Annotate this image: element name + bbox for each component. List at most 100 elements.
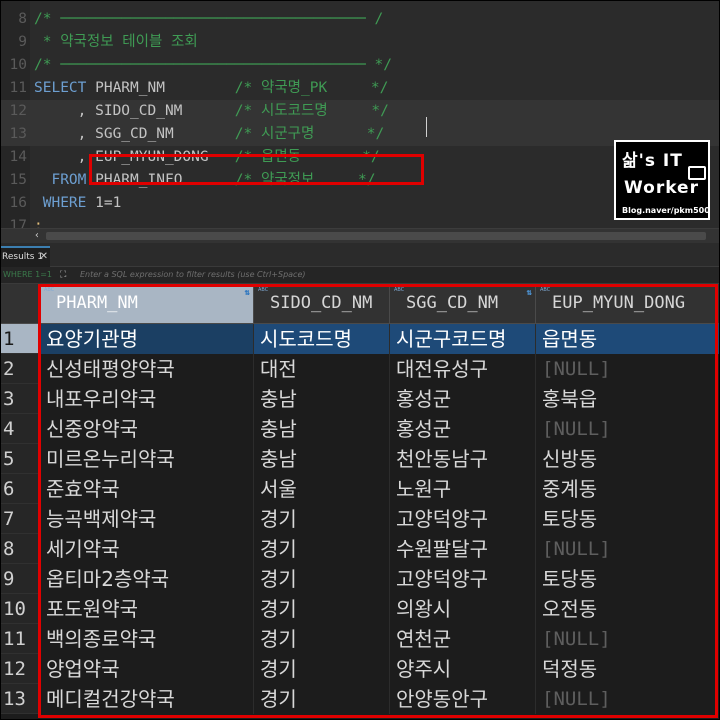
table-cell[interactable]: 충남 (254, 444, 390, 474)
table-cell[interactable]: 요양기관명 (40, 324, 254, 354)
row-number[interactable]: 4 (0, 414, 40, 444)
column-header-sido-cd-nm[interactable]: ABC SIDO_CD_NM (254, 284, 390, 324)
table-cell[interactable]: [NULL] (536, 624, 720, 654)
results-grid[interactable]: ABC PHARM_NM ⇅ ABC SIDO_CD_NM ABC SGG_CD… (0, 284, 720, 720)
row-number[interactable]: 5 (0, 444, 40, 474)
table-row[interactable]: 2 신성태평양약국 대전 대전유성구 [NULL] (0, 354, 720, 384)
row-number[interactable]: 2 (0, 354, 40, 384)
table-cell[interactable]: 토당동 (536, 564, 720, 594)
row-number[interactable]: 12 (0, 654, 40, 684)
table-cell[interactable]: 중계동 (536, 474, 720, 504)
filter-icon[interactable]: ⛶ (60, 267, 66, 283)
row-number[interactable]: 3 (0, 384, 40, 414)
table-cell[interactable]: 천안동남구 (390, 444, 536, 474)
table-cell[interactable]: 경기 (254, 594, 390, 624)
row-number[interactable]: 11 (0, 624, 40, 654)
table-cell[interactable]: 수원팔달구 (390, 534, 536, 564)
table-cell[interactable]: 충남 (254, 414, 390, 444)
sql-editor[interactable]: 8 /* ─────────────────────────────────── … (0, 0, 720, 228)
table-cell[interactable]: 서울 (254, 474, 390, 504)
table-row[interactable]: 4 신중앙약국 충남 홍성군 [NULL] (0, 414, 720, 444)
table-cell[interactable]: 충남 (254, 384, 390, 414)
code-line[interactable]: 12 , SIDO_CD_NM /* 시도코드명 */ (0, 100, 720, 123)
tab-results-1[interactable]: Results 1 ✕ (0, 246, 50, 267)
column-header-pharm-nm[interactable]: ABC PHARM_NM ⇅ (40, 284, 254, 324)
table-cell[interactable]: 연천군 (390, 624, 536, 654)
table-cell[interactable]: 대전 (254, 354, 390, 384)
table-cell[interactable]: 대전유성구 (390, 354, 536, 384)
table-row[interactable]: 11 백의종로약국 경기 연천군 [NULL] (0, 624, 720, 654)
table-row[interactable]: 8 세기약국 경기 수원팔달구 [NULL] (0, 534, 720, 564)
table-row[interactable]: 5 미르온누리약국 충남 천안동남구 신방동 (0, 444, 720, 474)
column-header-eup-myun-dong[interactable]: ABC EUP_MYUN_DONG (536, 284, 720, 324)
table-cell[interactable]: [NULL] (536, 684, 720, 714)
row-number[interactable]: 8 (0, 534, 40, 564)
table-row[interactable]: 1 요양기관명 시도코드명 시군구코드명 읍면동 (0, 324, 720, 354)
table-row[interactable]: 10 포도원약국 경기 의왕시 오전동 (0, 594, 720, 624)
code-line[interactable]: 13 , SGG_CD_NM /* 시군구명 */ (0, 123, 720, 146)
row-number[interactable]: 13 (0, 684, 40, 714)
row-number[interactable]: 10 (0, 594, 40, 624)
code-line[interactable]: 11 SELECT PHARM_NM /* 약국명_PK */ (0, 77, 720, 100)
code-line[interactable]: 16 WHERE 1=1 (0, 192, 720, 215)
sort-icon[interactable]: ⇅ (527, 288, 532, 298)
table-cell[interactable]: 홍성군 (390, 414, 536, 444)
table-cell[interactable]: 미르온누리약국 (40, 444, 254, 474)
table-cell[interactable]: 시군구코드명 (390, 324, 536, 354)
table-row[interactable]: 9 옵티마2층약국 경기 고양덕양구 토당동 (0, 564, 720, 594)
table-cell[interactable]: 양업약국 (40, 654, 254, 684)
table-cell[interactable]: 경기 (254, 684, 390, 714)
table-cell[interactable]: 경기 (254, 504, 390, 534)
table-cell[interactable]: 덕정동 (536, 654, 720, 684)
table-cell[interactable]: 읍면동 (536, 324, 720, 354)
table-cell[interactable]: 의왕시 (390, 594, 536, 624)
table-cell[interactable]: 신중앙약국 (40, 414, 254, 444)
table-row[interactable]: 3 내포우리약국 충남 홍성군 홍북읍 (0, 384, 720, 414)
table-cell[interactable]: 고양덕양구 (390, 504, 536, 534)
table-cell[interactable]: 경기 (254, 564, 390, 594)
table-cell[interactable]: 노원구 (390, 474, 536, 504)
row-number[interactable]: 1 (0, 324, 40, 354)
table-cell[interactable]: 경기 (254, 654, 390, 684)
table-cell[interactable]: [NULL] (536, 414, 720, 444)
code-line[interactable]: 9 * 약국정보 테이블 조회 (0, 31, 720, 54)
table-cell[interactable]: 백의종로약국 (40, 624, 254, 654)
table-cell[interactable]: [NULL] (536, 354, 720, 384)
table-cell[interactable]: 신성태평양약국 (40, 354, 254, 384)
scrollbar-thumb[interactable] (46, 232, 706, 240)
table-row[interactable]: 7 능곡백제약국 경기 고양덕양구 토당동 (0, 504, 720, 534)
table-cell[interactable]: 옵티마2층약국 (40, 564, 254, 594)
table-cell[interactable]: 메디컬건강약국 (40, 684, 254, 714)
table-row[interactable]: 13 메디컬건강약국 경기 안양동안구 [NULL] (0, 684, 720, 714)
table-cell[interactable]: 양주시 (390, 654, 536, 684)
editor-horizontal-scrollbar[interactable]: ‹ (0, 228, 720, 243)
scroll-left-icon[interactable]: ‹ (34, 230, 40, 241)
table-cell[interactable]: 오전동 (536, 594, 720, 624)
sort-icon[interactable]: ⇅ (245, 288, 250, 298)
row-number[interactable]: 7 (0, 504, 40, 534)
table-cell[interactable]: 신방동 (536, 444, 720, 474)
table-cell[interactable]: 안양동안구 (390, 684, 536, 714)
table-cell[interactable]: 시도코드명 (254, 324, 390, 354)
row-number[interactable]: 6 (0, 474, 40, 504)
close-icon[interactable]: ✕ (40, 248, 48, 266)
table-cell[interactable]: [NULL] (536, 534, 720, 564)
filter-input[interactable]: Enter a SQL expression to filter results… (80, 267, 305, 283)
code-line[interactable]: 17; (0, 215, 720, 228)
table-cell[interactable]: 능곡백제약국 (40, 504, 254, 534)
table-cell[interactable]: 토당동 (536, 504, 720, 534)
table-cell[interactable]: 내포우리약국 (40, 384, 254, 414)
table-cell[interactable]: 고양덕양구 (390, 564, 536, 594)
code-line[interactable]: 10 /* ───────────────────────────────────… (0, 54, 720, 77)
table-cell[interactable]: 포도원약국 (40, 594, 254, 624)
table-cell[interactable]: 준효약국 (40, 474, 254, 504)
table-row[interactable]: 6 준효약국 서울 노원구 중계동 (0, 474, 720, 504)
table-cell[interactable]: 홍북읍 (536, 384, 720, 414)
table-cell[interactable]: 홍성군 (390, 384, 536, 414)
table-row[interactable]: 12 양업약국 경기 양주시 덕정동 (0, 654, 720, 684)
column-header-sgg-cd-nm[interactable]: ABC SGG_CD_NM ⇅ (390, 284, 536, 324)
table-cell[interactable]: 세기약국 (40, 534, 254, 564)
table-cell[interactable]: 경기 (254, 624, 390, 654)
code-line[interactable]: 8 /* ─────────────────────────────────── … (0, 8, 720, 31)
row-number[interactable]: 9 (0, 564, 40, 594)
